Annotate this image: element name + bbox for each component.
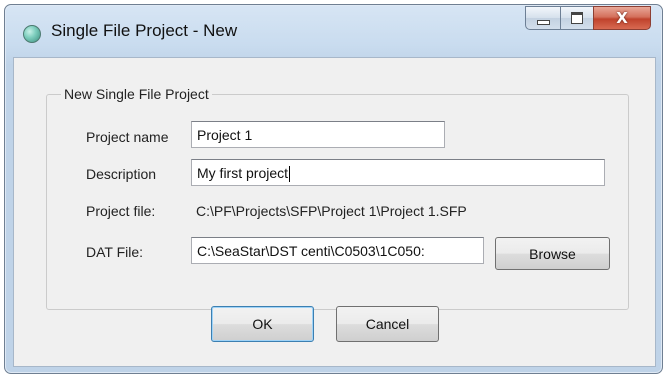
project-name-input[interactable]: Project 1 [191,121,445,148]
project-file-path: C:\PF\Projects\SFP\Project 1\Project 1.S… [196,203,467,219]
maximize-button[interactable] [560,6,594,30]
dialog-window: Single File Project - New X New Single F… [4,4,663,374]
dialog-body: New Single File Project Project name Pro… [13,57,656,367]
project-name-value: Project 1 [197,127,253,143]
browse-button[interactable]: Browse [495,237,610,270]
maximize-icon [571,12,583,24]
title-bar[interactable]: Single File Project - New X [5,5,662,57]
window-title: Single File Project - New [51,21,238,40]
project-file-label: Project file: [86,203,156,219]
description-label: Description [86,166,157,182]
dat-file-input[interactable]: C:\SeaStar\DST centi\C0503\1C050: [191,237,484,264]
dat-file-label: DAT File: [86,244,144,260]
minimize-button[interactable] [525,6,561,30]
ok-button[interactable]: OK [211,306,314,342]
minimize-icon [536,19,550,25]
close-icon: X [616,9,628,27]
close-button[interactable]: X [593,6,651,30]
app-globe-icon [23,25,41,43]
groupbox-title: New Single File Project [61,86,212,102]
text-caret [289,166,291,183]
project-name-label: Project name [86,129,169,145]
cancel-button[interactable]: Cancel [336,306,439,342]
description-value: My first project [197,165,289,181]
dat-file-value: C:\SeaStar\DST centi\C0503\1C050: [197,243,425,259]
description-input[interactable]: My first project [191,159,605,186]
